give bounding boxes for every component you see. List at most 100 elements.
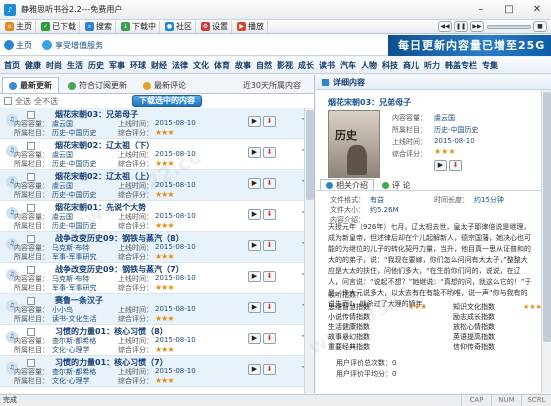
category-link[interactable]: 体育: [214, 60, 230, 71]
category-link[interactable]: 故事: [235, 60, 251, 71]
category-link[interactable]: 专集: [482, 60, 498, 71]
item-checkbox[interactable]: [27, 111, 35, 119]
category-link[interactable]: 人物: [361, 60, 377, 71]
minimize-button[interactable]: –: [467, 0, 495, 20]
category-link[interactable]: 文化: [193, 60, 209, 71]
list-item[interactable]: ♫ 赛鲁一条汉子 内容容量： 小小鸟 所属栏目： 读书-文化生活 上线时间： 2015-08-…: [0, 294, 314, 325]
list-item[interactable]: ♫ 战争改变历史09：钢铁与蒸汽（8） 内容容量： 马克斯·布特 所属栏目： 军事-军事研…: [0, 232, 314, 263]
toolbar-downloaded-button[interactable]: ✓ 已下载: [38, 20, 80, 33]
toolbar-play-button[interactable]: ▶ 播放: [234, 20, 268, 33]
category-link[interactable]: 科技: [382, 60, 398, 71]
category-link[interactable]: 首页: [4, 60, 20, 71]
item-date-value: 2015-08-10: [155, 243, 196, 251]
list-item[interactable]: ♫ 烟花宋朝02：辽太祖（上） 内容容量： 虞云国 所属栏目： 历史-中国历史 上线时间： 2…: [0, 170, 314, 201]
tab-latest[interactable]: 最新更新: [2, 77, 59, 93]
detail-scrollbar-thumb[interactable]: [543, 92, 551, 342]
category-link[interactable]: 韩盖专栏: [445, 60, 477, 71]
item-play-button[interactable]: ▶: [248, 116, 261, 127]
item-checkbox[interactable]: [27, 235, 35, 243]
list-scrollbar-thumb[interactable]: [306, 110, 314, 200]
list-item[interactable]: ♫ 烟花宋朝02：辽太祖（下） 内容容量： 虞云国 所属栏目： 历史-中国历史 上线时间： 2…: [0, 139, 314, 170]
detail-play-button[interactable]: ▶: [434, 160, 447, 171]
item-download-button[interactable]: ⬇: [263, 209, 276, 220]
category-link[interactable]: 读书: [319, 60, 335, 71]
toolbar-downloading-button[interactable]: ↓ 下载中: [118, 20, 160, 33]
item-category-label: 所属栏目：: [14, 191, 49, 199]
tab-eligible[interactable]: 符合订阅更新: [61, 77, 134, 93]
item-category-value: 历史-中国历史: [52, 222, 97, 230]
category-link[interactable]: 法律: [172, 60, 188, 71]
category-link[interactable]: 时尚: [46, 60, 62, 71]
detail-download-button[interactable]: ⬇: [449, 160, 462, 171]
list-item[interactable]: ♫ 习惯的力量01：核心习惯（7） 内容容量： 查尔斯·都希格 所属栏目： 文化-心理学上…: [0, 356, 314, 387]
item-checkbox[interactable]: [27, 173, 35, 181]
item-download-button[interactable]: ⬇: [263, 178, 276, 189]
window-title: 静雅思听书谷2.2---免费用户: [21, 5, 123, 14]
category-link[interactable]: 影视: [277, 60, 293, 71]
item-play-button[interactable]: ▶: [248, 302, 261, 313]
category-link[interactable]: 汽车: [340, 60, 356, 71]
select-none-link[interactable]: 全不选: [34, 96, 58, 107]
category-link[interactable]: 环球: [130, 60, 146, 71]
promo-banner[interactable]: 每日更新内容量已增至25G: [388, 35, 551, 56]
tab-intro[interactable]: 相关介绍: [320, 179, 374, 190]
item-play-button[interactable]: ▶: [248, 364, 261, 375]
tab-reviews[interactable]: 最新评论: [136, 77, 193, 93]
list-item[interactable]: ♫ 烟花宋朝03：兄弟母子 内容容量： 虞云国 所属栏目： 历史-中国历史 上线时间： 201…: [0, 108, 314, 139]
item-checkbox[interactable]: [27, 328, 35, 336]
item-play-button[interactable]: ▶: [248, 240, 261, 251]
item-play-button[interactable]: ▶: [248, 209, 261, 220]
nav-vip-link[interactable]: 享受增值服务: [42, 40, 103, 51]
item-download-button[interactable]: ⬇: [263, 333, 276, 344]
item-download-button[interactable]: ⬇: [263, 116, 276, 127]
category-link[interactable]: 成长: [298, 60, 314, 71]
tab-comments[interactable]: 评 论: [376, 179, 417, 190]
item-download-button[interactable]: ⬇: [263, 364, 276, 375]
item-download-button[interactable]: ⬇: [263, 147, 276, 158]
item-checkbox[interactable]: [27, 266, 35, 274]
category-link[interactable]: 财经: [151, 60, 167, 71]
detail-rating-stars: ★★★: [434, 147, 456, 156]
item-play-button[interactable]: ▶: [248, 271, 261, 282]
item-category-value: 文化-心理学: [52, 346, 90, 354]
prev-track-button[interactable]: ◀◀: [438, 21, 452, 32]
toolbar-settings-button[interactable]: ⚙ 设置: [198, 20, 232, 33]
item-download-button[interactable]: ⬇: [263, 302, 276, 313]
item-category-label: 所属栏目：: [14, 253, 49, 261]
toolbar-community-button[interactable]: ● 社区: [162, 20, 196, 33]
item-checkbox[interactable]: [27, 204, 35, 212]
item-checkbox[interactable]: [27, 297, 35, 305]
toolbar-search-button[interactable]: ⌕ 搜索: [82, 20, 116, 33]
item-rating-label: 综合评分：: [118, 315, 153, 323]
category-link[interactable]: 生活: [67, 60, 83, 71]
category-link[interactable]: 军事: [109, 60, 125, 71]
item-download-button[interactable]: ⬇: [263, 271, 276, 282]
category-link[interactable]: 听力: [424, 60, 440, 71]
select-all-link[interactable]: 全选: [15, 96, 31, 107]
list-item[interactable]: ♫ 习惯的力量01：核心习惯（8） 内容容量： 查尔斯·都希格 所属栏目： 文化-心理学上…: [0, 325, 314, 356]
maximize-button[interactable]: □: [495, 0, 523, 20]
close-button[interactable]: ✕: [523, 0, 551, 20]
item-play-button[interactable]: ▶: [248, 147, 261, 158]
volume-slider[interactable]: [487, 24, 531, 29]
list-item[interactable]: ♫ 战争改变历史09：钢铁与蒸汽（7） 内容容量： 马克斯·布特 所属栏目： 军事-军事研…: [0, 263, 314, 294]
pause-button[interactable]: ❚❚: [454, 21, 468, 32]
item-play-button[interactable]: ▶: [248, 178, 261, 189]
item-download-button[interactable]: ⬇: [263, 240, 276, 251]
next-track-button[interactable]: ▶▶: [470, 21, 484, 32]
detail-scrollbar[interactable]: [541, 90, 551, 393]
category-link[interactable]: 自然: [256, 60, 272, 71]
item-checkbox[interactable]: [27, 142, 35, 150]
list-item[interactable]: ♫ 烟花宋朝01：先说个大势 内容容量： 虞云国 所属栏目： 历史-中国历史 上线时间： 20…: [0, 201, 314, 232]
item-play-button[interactable]: ▶: [248, 333, 261, 344]
category-link[interactable]: 商儿: [403, 60, 419, 71]
category-link[interactable]: 历史: [88, 60, 104, 71]
toolbar-home-button[interactable]: ⌂ 主页: [2, 20, 36, 33]
select-all-checkbox[interactable]: [4, 97, 12, 105]
download-selected-button[interactable]: 下载选中的内容: [132, 95, 202, 107]
item-checkbox[interactable]: [27, 359, 35, 367]
stop-button[interactable]: ■: [533, 21, 547, 32]
category-link[interactable]: 健康: [25, 60, 41, 71]
list-scrollbar[interactable]: [304, 108, 314, 393]
nav-home-link[interactable]: 主页: [4, 40, 32, 51]
